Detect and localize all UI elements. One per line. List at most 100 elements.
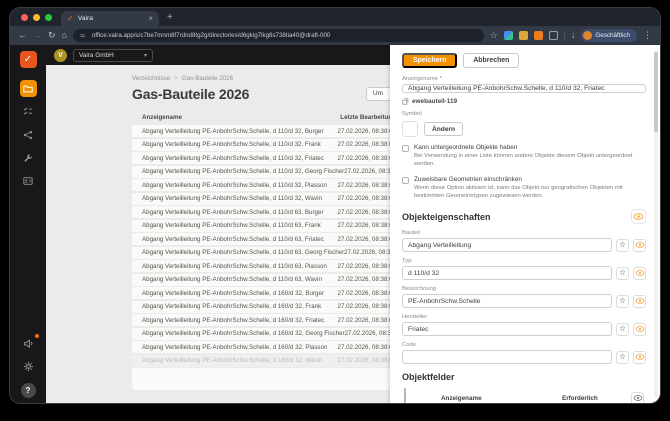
row-letzte-bearbeitung: 27.02.2026, 08:38:08 [344, 168, 390, 175]
table-row[interactable]: Abgang Verteilleitung PE-AnbohrSchw.Sche… [132, 179, 390, 191]
reload-icon[interactable]: ↻ [48, 31, 56, 40]
table-row[interactable]: Abgang Verteilleitung PE-AnbohrSchw.Sche… [132, 166, 390, 178]
field-input[interactable] [402, 294, 612, 308]
field-input[interactable] [402, 238, 612, 252]
table-row[interactable]: Abgang Verteilleitung PE-AnbohrSchw.Sche… [132, 193, 390, 205]
slug-copy-icon[interactable] [402, 98, 409, 105]
sidebar-item-directories[interactable] [20, 80, 37, 97]
field-visibility-button[interactable] [633, 323, 646, 336]
extensions-puzzle-icon[interactable] [549, 31, 558, 40]
forward-icon[interactable]: → [33, 31, 42, 40]
save-button[interactable]: Speichern [402, 53, 457, 68]
eye-icon [633, 395, 643, 401]
table-row[interactable]: Abgang Verteilleitung PE-AnbohrSchw.Sche… [132, 274, 390, 286]
table-row[interactable]: Abgang Verteilleitung PE-AnbohrSchw.Sche… [132, 206, 390, 218]
gear-icon [23, 361, 34, 372]
table-body: Abgang Verteilleitung PE-AnbohrSchw.Sche… [132, 125, 390, 367]
tab-close-icon[interactable]: × [148, 14, 153, 23]
change-symbol-button[interactable]: Ändern [424, 122, 463, 136]
property-field: Bauteil ☆ [402, 230, 646, 252]
anzeigename-input[interactable] [402, 84, 646, 93]
table-row[interactable]: Abgang Verteilleitung PE-AnbohrSchw.Sche… [132, 139, 390, 151]
extension-icon-3[interactable] [534, 31, 543, 40]
sidebar-item-tools[interactable] [20, 149, 37, 166]
field-visibility-button[interactable] [633, 351, 646, 364]
minimize-window-button[interactable] [33, 14, 40, 21]
field-favorite-button[interactable]: ☆ [616, 267, 629, 280]
zoom-window-button[interactable] [45, 14, 52, 21]
table-row[interactable]: Abgang Verteilleitung PE-AnbohrSchw.Sche… [132, 247, 390, 259]
table-row[interactable]: Abgang Verteilleitung PE-AnbohrSchw.Sche… [132, 301, 390, 313]
close-window-button[interactable] [21, 14, 28, 21]
organization-select[interactable]: Vaira GmbH ▾ [73, 49, 153, 62]
download-icon[interactable]: ↓ [571, 31, 576, 40]
new-tab-button[interactable]: + [159, 12, 181, 26]
table-row[interactable]: Abgang Verteilleitung PE-AnbohrSchw.Sche… [132, 341, 390, 353]
tab-title: Vaira [78, 15, 145, 22]
eye-icon [635, 298, 645, 304]
field-visibility-button[interactable] [633, 295, 646, 308]
checkbox[interactable] [402, 177, 409, 184]
star-icon: ☆ [619, 325, 626, 333]
bookmark-star-icon[interactable]: ☆ [490, 31, 498, 40]
row-anzeigename: Abgang Verteilleitung PE-AnbohrSchw.Sche… [142, 236, 324, 243]
site-settings-icon[interactable]: ⚌ [80, 32, 88, 39]
column-letzte-bearbeitung: Letzte Bearbeitung [340, 114, 390, 121]
url-bar[interactable]: ⚌ office.vaira.app/s/c7be7mnm8f7rdnd8tg2… [73, 29, 484, 42]
section-visibility-button[interactable] [631, 209, 646, 224]
toolbar-divider [564, 31, 565, 41]
scrollbar-thumb[interactable] [654, 52, 658, 132]
home-icon[interactable]: ⌂ [62, 31, 67, 40]
field-input[interactable] [402, 350, 612, 364]
field-favorite-button[interactable]: ☆ [616, 239, 629, 252]
row-letzte-bearbeitung: 27.02.2026, 08:38:08 [338, 357, 391, 364]
table-row[interactable]: Abgang Verteilleitung PE-AnbohrSchw.Sche… [132, 152, 390, 164]
browser-tab[interactable]: ✓ Vaira × [61, 11, 159, 26]
sidebar-item-workflows[interactable] [20, 126, 37, 143]
extension-icon-2[interactable] [519, 31, 528, 40]
field-favorite-button[interactable]: ☆ [616, 295, 629, 308]
checkbox-label: Kann untergeordnete Objekte haben [414, 144, 646, 151]
sidebar-item-contacts[interactable] [20, 172, 37, 189]
cancel-button[interactable]: Abbrechen [463, 53, 519, 68]
window-controls[interactable] [10, 14, 61, 26]
table-row[interactable]: Abgang Verteilleitung PE-AnbohrSchw.Sche… [132, 260, 390, 272]
table-row[interactable]: Abgang Verteilleitung PE-AnbohrSchw.Sche… [132, 355, 390, 367]
breadcrumb: Verzeichnisse > Gas-Bauteile 2026 [132, 75, 390, 82]
breadcrumb-verzeichnisse[interactable]: Verzeichnisse [132, 75, 170, 82]
field-visibility-button[interactable] [633, 239, 646, 252]
help-button[interactable]: ? [21, 383, 36, 398]
eye-icon [635, 242, 645, 248]
checkbox-description: Bei Verwendung in einer Liste können and… [414, 152, 646, 169]
select-all-checkbox[interactable] [404, 388, 406, 403]
sidebar-item-announcements[interactable] [20, 335, 37, 352]
folder-icon [23, 84, 33, 94]
checkbox[interactable] [402, 145, 409, 152]
table-row[interactable]: Abgang Verteilleitung PE-AnbohrSchw.Sche… [132, 287, 390, 299]
sidebar-item-forms[interactable] [20, 103, 37, 120]
table-row[interactable]: Abgang Verteilleitung PE-AnbohrSchw.Sche… [132, 328, 390, 340]
table-row[interactable]: Abgang Verteilleitung PE-AnbohrSchw.Sche… [132, 125, 390, 137]
field-label: Code [402, 342, 646, 348]
vaira-app: ✓ [10, 45, 660, 403]
browser-profile-chip[interactable]: Geschäftlich [581, 29, 637, 42]
directory-page: Verzeichnisse > Gas-Bauteile 2026 Gas-Ba… [46, 65, 390, 403]
table-row[interactable]: Abgang Verteilleitung PE-AnbohrSchw.Sche… [132, 220, 390, 232]
sidebar-item-settings[interactable] [20, 358, 37, 375]
field-favorite-button[interactable]: ☆ [616, 351, 629, 364]
extension-icon-1[interactable] [504, 31, 513, 40]
desktop-background: ✓ Vaira × + ← → ↻ ⌂ ⚌ office.vaira.app/s… [0, 0, 670, 421]
field-input[interactable] [402, 322, 612, 336]
browser-menu-icon[interactable]: ⋮ [643, 31, 652, 40]
table-row[interactable]: Abgang Verteilleitung PE-AnbohrSchw.Sche… [132, 233, 390, 245]
panel-scrollbar[interactable] [654, 50, 658, 398]
fields-visibility-button[interactable] [631, 392, 644, 403]
row-anzeigename: Abgang Verteilleitung PE-AnbohrSchw.Sche… [142, 249, 344, 256]
field-favorite-button[interactable]: ☆ [616, 323, 629, 336]
truncated-action-button[interactable]: Um [366, 87, 390, 101]
field-input[interactable] [402, 266, 612, 280]
user-avatar[interactable]: V [54, 49, 67, 62]
table-row[interactable]: Abgang Verteilleitung PE-AnbohrSchw.Sche… [132, 314, 390, 326]
field-visibility-button[interactable] [633, 267, 646, 280]
back-icon[interactable]: ← [18, 31, 27, 40]
